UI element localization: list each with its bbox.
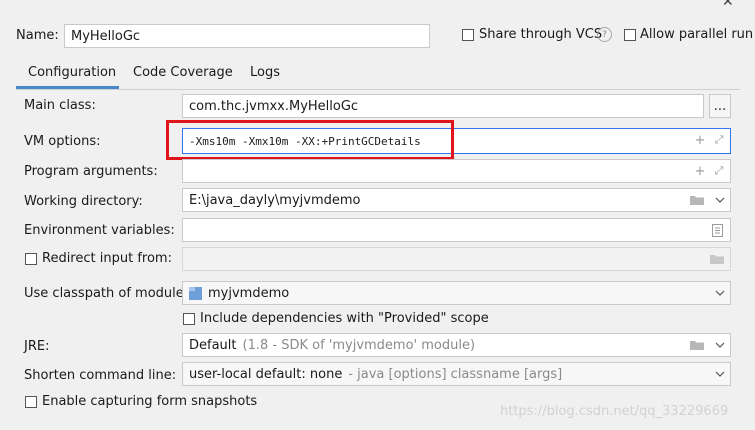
tab-code-coverage[interactable]: Code Coverage	[133, 62, 233, 84]
env-vars-label: Environment variables:	[24, 223, 175, 238]
capture-forms-checkbox[interactable]	[25, 396, 37, 408]
redirect-input-folder-icon[interactable]	[708, 251, 726, 267]
vm-options-expand-icon[interactable]: ⤢	[711, 132, 727, 148]
allow-parallel-label: Allow parallel run	[640, 27, 754, 42]
capture-forms-label: Enable capturing form snapshots	[42, 394, 258, 409]
share-vcs-checkbox[interactable]	[462, 29, 474, 41]
program-args-label: Program arguments:	[24, 164, 158, 179]
env-vars-edit-icon[interactable]	[709, 222, 725, 238]
working-dir-input[interactable]: E:\java_dayly\myjvmdemo	[182, 188, 731, 212]
redirect-input-checkbox[interactable]	[25, 253, 37, 265]
jre-folder-icon[interactable]	[688, 337, 706, 353]
tab-configuration[interactable]: Configuration	[28, 62, 116, 84]
highlight-box	[166, 120, 454, 160]
close-icon[interactable]: ✕	[722, 0, 734, 10]
module-icon	[189, 286, 202, 300]
program-args-input[interactable]	[182, 159, 731, 183]
watermark-text: https://blog.csdn.net/qq_33229669	[500, 404, 729, 419]
vm-options-add-icon[interactable]: +	[692, 132, 708, 148]
main-class-browse-button[interactable]: ...	[709, 94, 731, 118]
classpath-module-select[interactable]: myjvmdemo	[182, 281, 731, 305]
allow-parallel-checkbox[interactable]	[624, 29, 636, 41]
working-dir-label: Working directory:	[24, 194, 143, 209]
main-class-input[interactable]: com.thc.jvmxx.MyHelloGc	[182, 94, 704, 118]
shorten-cmd-detail: - java [options] classname [args]	[348, 366, 563, 382]
program-args-expand-icon[interactable]: ⤢	[711, 163, 727, 179]
env-vars-input[interactable]	[182, 218, 731, 242]
main-class-label: Main class:	[24, 98, 96, 113]
shorten-cmd-value: user-local default: none	[189, 366, 343, 382]
program-args-add-icon[interactable]: +	[692, 163, 708, 179]
jre-detail: (1.8 - SDK of 'myjvmdemo' module)	[242, 337, 476, 353]
shorten-cmd-select[interactable]: user-local default: none - java [options…	[182, 362, 731, 386]
jre-value: Default	[189, 337, 237, 353]
redirect-input-field[interactable]	[182, 247, 731, 271]
share-vcs-label: Share through VCS	[479, 27, 603, 42]
working-dir-folder-icon[interactable]	[688, 192, 706, 208]
name-label: Name:	[16, 28, 59, 43]
classpath-module-value: myjvmdemo	[208, 285, 290, 301]
vm-options-label: VM options:	[24, 134, 101, 149]
include-provided-checkbox[interactable]	[183, 313, 195, 325]
classpath-module-dropdown-icon[interactable]	[712, 285, 728, 301]
jre-label: JRE:	[24, 339, 50, 354]
classpath-module-label: Use classpath of module:	[24, 286, 189, 301]
jre-select[interactable]: Default (1.8 - SDK of 'myjvmdemo' module…	[182, 333, 731, 357]
working-dir-dropdown-icon[interactable]	[712, 192, 728, 208]
tab-divider	[16, 89, 740, 90]
help-icon[interactable]: ?	[597, 27, 612, 42]
include-provided-label: Include dependencies with "Provided" sco…	[200, 311, 489, 326]
jre-dropdown-icon[interactable]	[712, 337, 728, 353]
name-input[interactable]: MyHelloGc	[64, 24, 430, 48]
shorten-cmd-label: Shorten command line:	[24, 368, 177, 383]
tab-logs[interactable]: Logs	[250, 62, 280, 84]
redirect-input-label: Redirect input from:	[42, 251, 172, 266]
shorten-cmd-dropdown-icon[interactable]	[712, 366, 728, 382]
